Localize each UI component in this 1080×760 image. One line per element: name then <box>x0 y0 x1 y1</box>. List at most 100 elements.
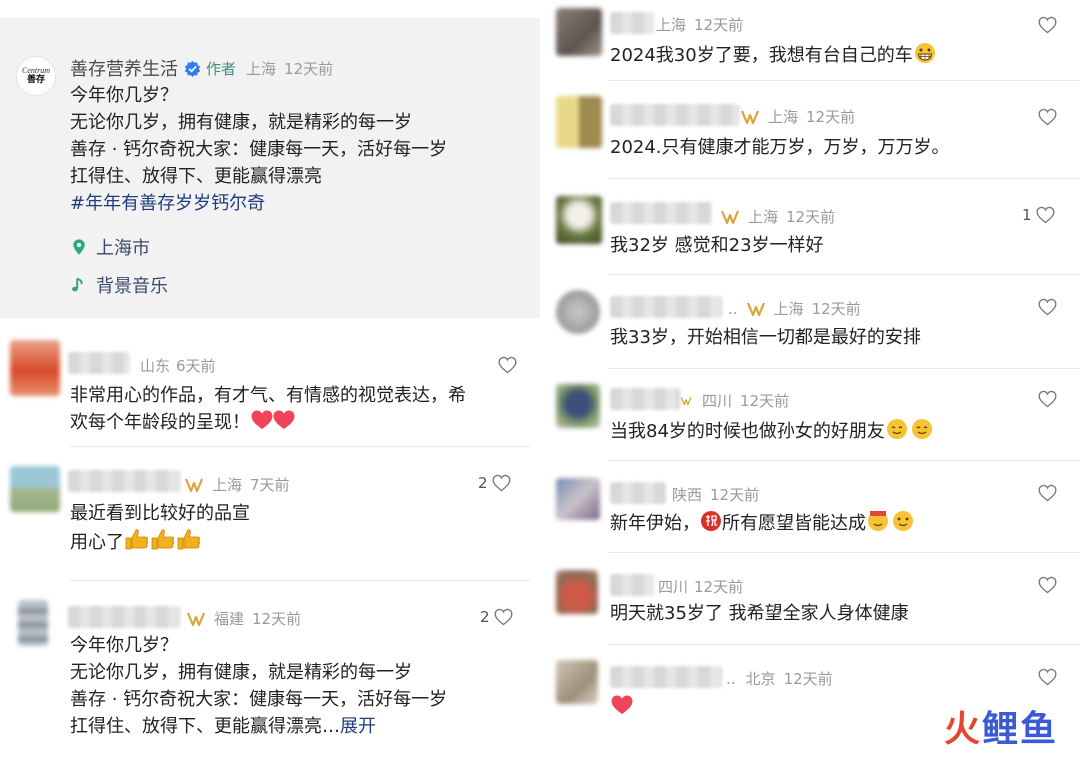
user-avatar[interactable] <box>556 196 602 244</box>
fan-badge-icon <box>680 393 692 409</box>
like-button[interactable] <box>1034 668 1057 686</box>
like-count: 1 <box>1022 206 1032 224</box>
fan-badge-icon <box>184 477 204 493</box>
comment-time: 12天前 <box>783 670 833 688</box>
like-button[interactable] <box>1034 576 1057 594</box>
comment-line-text: 欢每个年龄段的呈现！ <box>70 412 250 433</box>
site-watermark: 火鲤鱼 <box>944 700 1058 752</box>
comment-region: 上海 <box>212 476 243 494</box>
expand-link[interactable]: 展开 <box>340 716 376 737</box>
column-divider <box>540 0 548 760</box>
username-blurred[interactable] <box>68 352 130 374</box>
divider <box>608 460 1080 461</box>
user-avatar[interactable] <box>556 290 600 334</box>
blessing-emoji <box>701 511 721 531</box>
grinning-emoji <box>914 43 935 63</box>
name-ellipsis: .. <box>726 669 736 688</box>
comment-time: 12天前 <box>806 108 856 126</box>
like-button[interactable] <box>1034 298 1057 316</box>
comment-line: 今年你几岁？ <box>70 635 178 656</box>
comment-meta: 上海 7天前 <box>184 474 290 495</box>
username-blurred[interactable] <box>610 12 654 34</box>
heart-icon <box>494 608 513 626</box>
heart-icon <box>1038 298 1057 316</box>
username-blurred[interactable] <box>610 202 712 224</box>
like-button[interactable]: 2 <box>478 474 511 492</box>
user-avatar[interactable] <box>556 384 600 428</box>
heart-icon <box>1038 576 1057 594</box>
username-blurred[interactable] <box>68 470 180 492</box>
user-avatar[interactable] <box>556 570 598 614</box>
thumbs-up-emoji <box>125 529 200 550</box>
username-blurred[interactable] <box>610 482 666 504</box>
thumbs-up-face-emoji <box>886 419 932 439</box>
comment-time: 12天前 <box>694 16 744 34</box>
divider <box>608 552 1080 553</box>
fan-badge-icon <box>720 209 740 225</box>
comment-text: 当我84岁的时候也做孙女的好朋友 <box>610 416 935 445</box>
divider <box>608 274 1080 275</box>
user-avatar[interactable] <box>556 660 598 704</box>
username-blurred[interactable] <box>610 388 680 410</box>
fan-badge-icon <box>740 109 760 125</box>
like-button[interactable]: 1 <box>1022 206 1055 224</box>
location-pin-icon <box>73 239 85 255</box>
user-avatar[interactable] <box>556 478 600 520</box>
name-ellipsis: .. <box>728 299 738 318</box>
location-label: 上海市 <box>96 238 150 259</box>
like-button[interactable]: 2 <box>480 608 513 626</box>
user-avatar[interactable] <box>556 8 602 56</box>
divider <box>70 580 530 581</box>
heart-icon <box>1038 108 1057 126</box>
post-header: 善存营养生活 作者 上海 12天前 <box>70 54 333 82</box>
verified-icon <box>184 60 201 77</box>
like-button[interactable] <box>1034 484 1057 502</box>
heart-icon <box>1038 390 1057 408</box>
comment-line-text: 扛得住、放得下、更能赢得漂亮… <box>70 716 340 737</box>
like-count: 2 <box>478 474 488 492</box>
heart-icon <box>1038 668 1057 686</box>
comment-time: 7天前 <box>250 476 290 494</box>
comment-text: 我33岁，开始相信一切都是最好的安排 <box>610 327 921 348</box>
comment-region: 上海 <box>773 300 804 318</box>
username-blurred[interactable] <box>610 296 722 318</box>
music-link[interactable]: 背景音乐 <box>70 272 168 298</box>
brand-logo-line2: 善存 <box>26 75 45 85</box>
post-line: 扛得住、放得下、更能赢得漂亮 <box>70 166 322 187</box>
brand-avatar[interactable]: Centrum 善存 <box>16 56 56 96</box>
post-hashtag[interactable]: #年年有善存岁岁钙尔奇 <box>70 190 530 217</box>
red-hearts-emoji <box>251 410 295 429</box>
heart-icon <box>1038 484 1057 502</box>
music-label: 背景音乐 <box>96 276 168 297</box>
comment-region: 四川 <box>702 392 733 410</box>
username-blurred[interactable] <box>68 606 180 628</box>
like-button[interactable] <box>1034 390 1057 408</box>
comment-line: 欢每个年龄段的呈现！ <box>70 409 466 436</box>
comment-time: 12天前 <box>740 392 790 410</box>
divider <box>608 368 1080 369</box>
red-heart-emoji <box>611 695 633 714</box>
comment-meta: .. 北京 12天前 <box>726 668 833 689</box>
location-link[interactable]: 上海市 <box>70 234 150 260</box>
username-blurred[interactable] <box>610 104 740 126</box>
comment-line: 非常用心的作品，有才气、有情感的视觉表达，希 <box>70 385 466 406</box>
comment-region: 上海 <box>656 16 687 34</box>
comment-region: 四川 <box>658 578 689 596</box>
party-faces-emoji <box>868 511 913 531</box>
user-avatar[interactable] <box>18 600 48 646</box>
comment-text <box>610 694 634 721</box>
watermark-fire: 火 <box>943 709 982 750</box>
user-avatar[interactable] <box>556 96 602 148</box>
user-avatar[interactable] <box>10 466 60 512</box>
username-blurred[interactable] <box>610 666 722 688</box>
comment-meta: 上海 12天前 <box>720 206 835 227</box>
watermark-rest: 鲤鱼 <box>981 709 1058 750</box>
username-blurred[interactable] <box>610 574 654 596</box>
like-button[interactable] <box>1034 108 1057 126</box>
user-avatar[interactable] <box>10 340 60 396</box>
heart-icon <box>498 356 517 374</box>
like-button[interactable] <box>494 356 517 374</box>
author-name[interactable]: 善存营养生活 <box>70 55 178 81</box>
like-button[interactable] <box>1034 16 1057 34</box>
divider <box>608 644 1080 645</box>
